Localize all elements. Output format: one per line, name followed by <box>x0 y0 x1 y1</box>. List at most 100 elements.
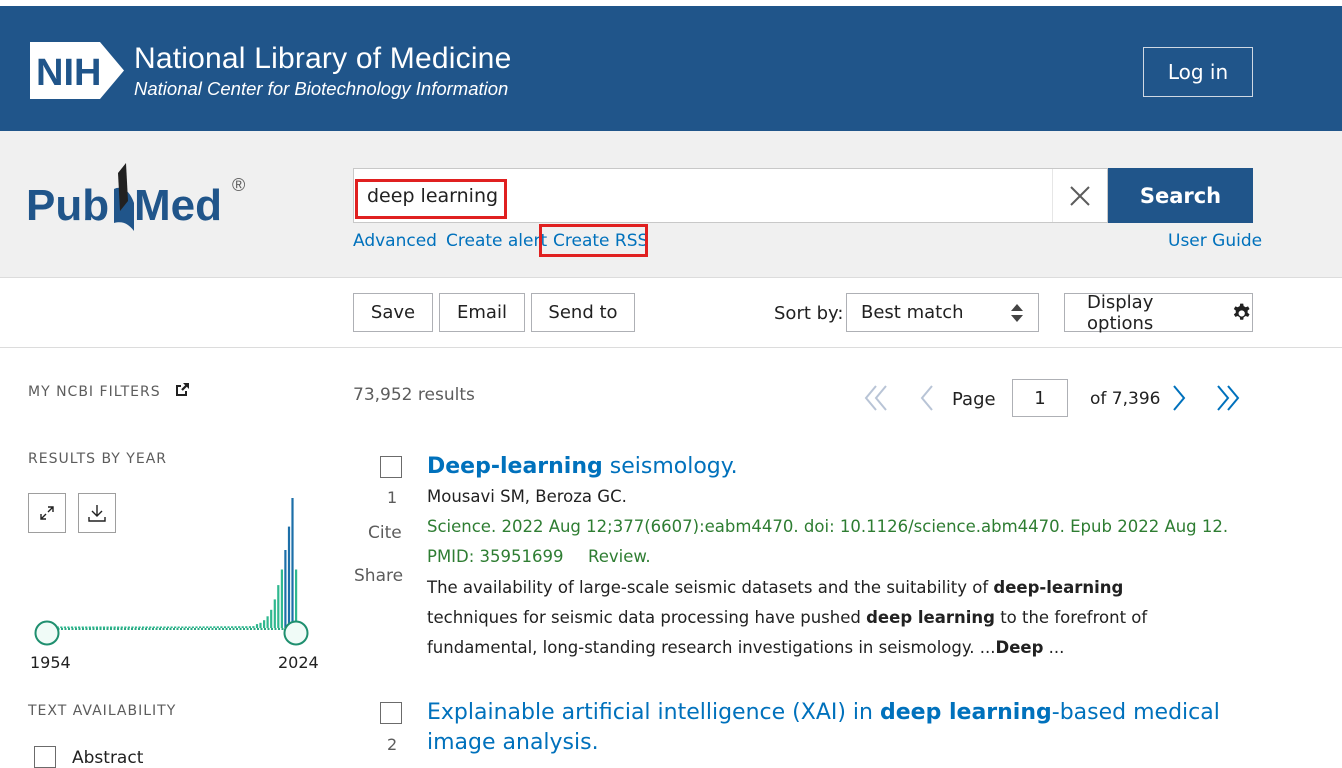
result-2-title-text-1: Explainable artificial intelligence (XAI… <box>427 700 880 725</box>
last-page-icon[interactable] <box>1210 380 1244 416</box>
year-bar <box>238 626 241 628</box>
svg-text:®: ® <box>232 175 245 195</box>
year-end-label: 2024 <box>278 653 319 672</box>
user-guide-link[interactable]: User Guide <box>1168 231 1262 251</box>
year-bar <box>174 626 177 628</box>
year-bar <box>223 626 227 628</box>
nih-subtitle: National Center for Biotechnology Inform… <box>134 78 509 99</box>
result-1-title-rest: seismology. <box>602 454 738 479</box>
year-start-label: 1954 <box>30 653 71 672</box>
search-button[interactable]: Search <box>1108 168 1253 223</box>
year-bar <box>295 569 298 628</box>
year-bar <box>188 626 191 628</box>
year-bar <box>120 626 123 628</box>
sort-value: Best match <box>861 302 964 323</box>
year-bar <box>149 626 152 628</box>
year-bar <box>206 626 209 628</box>
sort-label: Sort by: <box>774 303 844 324</box>
year-bar <box>67 626 70 628</box>
page-number-input[interactable]: 1 <box>1012 379 1068 417</box>
result-1-title[interactable]: Deep-learning seismology. <box>427 452 738 482</box>
clear-search-button[interactable] <box>1052 169 1107 222</box>
year-bar <box>131 626 134 628</box>
year-bar <box>127 626 130 628</box>
snippet-text-1: The availability of large-scale seismic … <box>427 578 994 597</box>
year-bar <box>70 626 74 628</box>
pubmed-logo-icon[interactable]: Pub Med ® <box>26 161 256 241</box>
year-bar <box>74 626 77 628</box>
year-bar <box>216 626 219 628</box>
result-1-type: Review. <box>588 547 651 566</box>
year-bar <box>245 626 248 628</box>
year-bar <box>191 626 194 628</box>
year-bar <box>142 626 145 628</box>
year-bar <box>99 626 102 628</box>
first-page-icon[interactable] <box>860 380 894 416</box>
year-bar <box>199 626 202 628</box>
gear-icon <box>1233 303 1250 320</box>
next-page-icon[interactable] <box>1162 380 1196 416</box>
display-options-button[interactable]: Display options <box>1064 291 1253 334</box>
page-total: of 7,396 <box>1090 389 1161 409</box>
results-toolbar: Save Email Send to Sort by: Best match D… <box>0 278 1342 348</box>
result-2-title[interactable]: Explainable artificial intelligence (XAI… <box>427 698 1227 758</box>
save-button[interactable]: Save <box>353 293 433 332</box>
send-to-button[interactable]: Send to <box>531 293 635 332</box>
year-bar <box>156 626 159 628</box>
year-bar <box>78 626 81 628</box>
year-bar <box>280 569 283 628</box>
year-bar <box>138 626 141 628</box>
year-bar <box>134 626 138 628</box>
year-bar <box>60 626 63 628</box>
search-input[interactable] <box>361 177 1041 215</box>
year-slider-start-handle[interactable] <box>34 620 60 646</box>
year-bar <box>284 550 287 628</box>
sort-select[interactable]: Best match <box>846 293 1039 332</box>
result-1-number: 1 <box>387 488 398 507</box>
year-bar <box>202 626 205 628</box>
my-ncbi-filters-label[interactable]: MY NCBI FILTERS <box>28 382 190 400</box>
results-by-year-chart <box>34 498 309 646</box>
login-button[interactable]: Log in <box>1143 47 1253 97</box>
result-1-snippet: The availability of large-scale seismic … <box>427 573 1217 663</box>
year-bar <box>88 626 91 628</box>
display-options-label: Display options <box>1087 291 1154 334</box>
close-icon <box>1070 185 1090 206</box>
year-bar <box>241 626 244 628</box>
result-1-citation: Science. 2022 Aug 12;377(6607):eabm4470.… <box>427 517 1229 536</box>
year-bar <box>270 609 273 628</box>
page-label: Page <box>952 389 996 410</box>
year-slider-end-handle[interactable] <box>283 620 309 646</box>
advanced-link[interactable]: Advanced <box>353 231 437 251</box>
abstract-checkbox[interactable] <box>34 746 56 768</box>
text-availability-label: TEXT AVAILABILITY <box>28 703 177 719</box>
snippet-bold-2: deep learning <box>866 608 995 627</box>
result-1-checkbox[interactable] <box>380 456 402 478</box>
sort-arrows-icon <box>1011 304 1023 322</box>
create-alert-link[interactable]: Create alert <box>446 231 547 251</box>
result-2-checkbox[interactable] <box>380 702 402 724</box>
snippet-bold-3: Deep <box>995 638 1044 657</box>
cite-button[interactable]: Cite <box>368 523 402 543</box>
result-1-pmid: PMID: 35951699 <box>427 547 564 566</box>
nih-logo-icon[interactable]: NIH <box>28 40 126 101</box>
year-bar <box>85 626 88 628</box>
year-bar <box>163 626 166 628</box>
year-bar <box>166 626 170 628</box>
year-bar <box>81 626 84 628</box>
result-2-title-bold: deep learning <box>879 700 1052 725</box>
year-bar <box>273 599 276 628</box>
email-button[interactable]: Email <box>439 293 525 332</box>
create-rss-link[interactable]: Create RSS <box>553 231 648 251</box>
year-bar <box>266 616 269 628</box>
snippet-text-2: techniques for seismic data processing h… <box>427 608 867 627</box>
svg-text:Pub: Pub <box>26 181 109 230</box>
external-link-icon <box>176 383 190 396</box>
share-button[interactable]: Share <box>354 566 403 586</box>
year-bar <box>159 626 162 628</box>
previous-page-icon[interactable] <box>910 380 944 416</box>
year-bar <box>184 626 187 628</box>
year-bar <box>220 626 223 628</box>
svg-text:Med: Med <box>134 181 222 230</box>
year-bar <box>263 620 266 628</box>
